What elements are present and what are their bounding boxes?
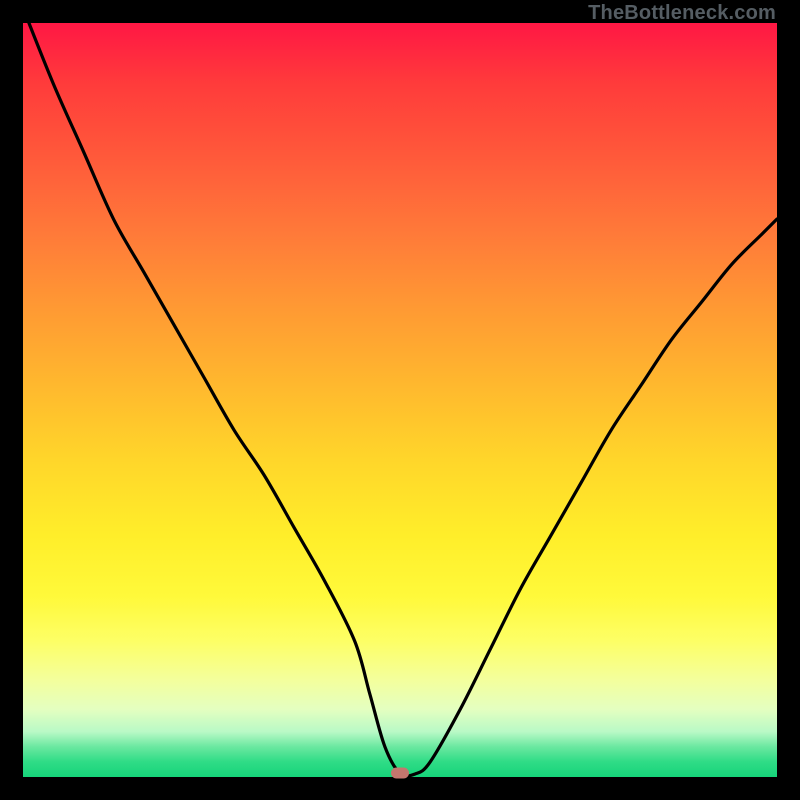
curve-path — [23, 23, 777, 776]
min-marker — [391, 768, 409, 779]
bottleneck-curve — [23, 23, 777, 777]
chart-frame: TheBottleneck.com — [0, 0, 800, 800]
watermark-label: TheBottleneck.com — [588, 2, 776, 25]
plot-area — [23, 23, 777, 777]
